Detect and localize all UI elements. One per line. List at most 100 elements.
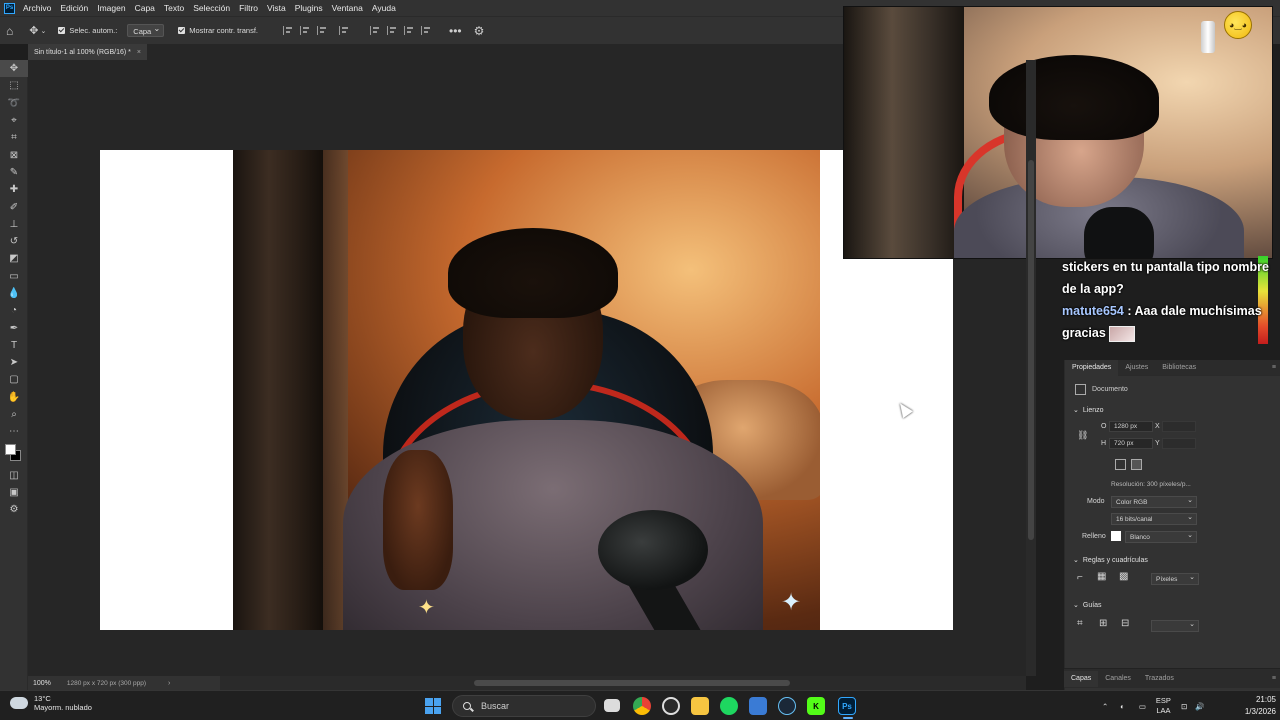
steam-icon[interactable] xyxy=(778,697,796,715)
foreground-color-swatch[interactable] xyxy=(5,443,16,455)
align-bottom-icon[interactable] xyxy=(404,26,415,35)
pixel-grid-icon[interactable]: ▩ xyxy=(1119,571,1128,582)
chrome-icon[interactable] xyxy=(633,697,651,715)
menu-ventana[interactable]: Ventana xyxy=(332,3,363,13)
align-top-icon[interactable] xyxy=(370,26,381,35)
type-tool-icon[interactable]: T xyxy=(0,337,28,354)
path-selection-tool-icon[interactable]: ➤ xyxy=(0,354,28,371)
fill-select[interactable]: Blanco xyxy=(1125,530,1197,543)
move-tool-icon[interactable]: ✥ xyxy=(0,60,28,78)
x-field[interactable] xyxy=(1162,421,1196,432)
guide-style-select[interactable] xyxy=(1151,619,1199,632)
guide-layout-icon[interactable]: ⊟ xyxy=(1121,618,1129,629)
photoshop-taskbar-icon[interactable]: Ps xyxy=(838,697,856,715)
language-indicator[interactable]: ESP LAA xyxy=(1156,696,1171,716)
guides-icon[interactable]: ⌗ xyxy=(1077,618,1083,629)
portrait-orientation-icon[interactable] xyxy=(1115,459,1126,470)
brush-tool-icon[interactable]: ✐ xyxy=(0,198,28,215)
home-icon[interactable]: ⌂ xyxy=(6,24,13,38)
dodge-tool-icon[interactable]: ◔ xyxy=(0,302,28,319)
chevron-down-icon[interactable]: ⌄ xyxy=(1073,406,1079,414)
chevron-down-icon[interactable]: ⌄ xyxy=(40,27,46,35)
more-tools-icon[interactable]: ⋯ xyxy=(0,423,28,440)
obs-icon[interactable] xyxy=(662,697,680,715)
rulers-section-header[interactable]: ⌄ Reglas y cuadrículas xyxy=(1073,556,1148,565)
crop-tool-icon[interactable]: ⌗ xyxy=(0,129,28,146)
document-tab[interactable]: Sin título-1 al 100% (RGB/16) * × xyxy=(28,44,147,60)
panel-menu-icon[interactable]: ≡ xyxy=(1272,364,1276,371)
menu-texto[interactable]: Texto xyxy=(164,3,184,13)
quick-mask-icon[interactable]: ◫ xyxy=(0,467,28,484)
more-options-icon[interactable]: ••• xyxy=(449,24,462,38)
tab-ajustes[interactable]: Ajustes xyxy=(1118,360,1155,376)
bit-depth-select[interactable]: 16 bits/canal xyxy=(1111,512,1197,525)
windows-start-icon[interactable] xyxy=(425,698,441,714)
menu-plugins[interactable]: Plugins xyxy=(295,3,323,13)
distribute-vertical-icon[interactable] xyxy=(421,26,432,35)
canvas-section-header[interactable]: ⌄ Lienzo xyxy=(1073,406,1104,415)
menu-edicion[interactable]: Edición xyxy=(60,3,88,13)
eraser-tool-icon[interactable]: ◩ xyxy=(0,250,28,267)
tab-trazados[interactable]: Trazados xyxy=(1138,671,1181,687)
edit-toolbar-icon[interactable]: ⚙ xyxy=(0,501,28,518)
gradient-tool-icon[interactable]: ▭ xyxy=(0,268,28,285)
kick-icon[interactable]: K xyxy=(807,697,825,715)
volume-icon[interactable]: 🔊 xyxy=(1195,702,1204,711)
checkbox-checked-icon[interactable] xyxy=(178,27,186,34)
units-select[interactable]: Píxeles xyxy=(1151,572,1199,585)
placed-photo-layer[interactable]: ✦ ✦ xyxy=(233,150,820,630)
lasso-tool-icon[interactable]: ➰ xyxy=(0,95,28,112)
tab-propiedades[interactable]: Propiedades xyxy=(1065,359,1119,376)
mode-select[interactable]: Color RGB xyxy=(1111,495,1197,508)
align-center-icon[interactable] xyxy=(300,26,311,35)
hand-tool-icon[interactable]: ✋ xyxy=(0,389,28,406)
gear-icon[interactable]: ⚙ xyxy=(474,24,485,38)
move-tool-icon[interactable]: ✥ xyxy=(29,24,38,37)
tab-capas[interactable]: Capas xyxy=(1064,670,1099,687)
align-right-icon[interactable] xyxy=(317,26,328,35)
auto-select-checkbox[interactable]: Selec. autom.: xyxy=(58,26,117,35)
tab-bibliotecas[interactable]: Bibliotecas xyxy=(1155,360,1203,376)
weather-widget[interactable]: 13°C Mayorm. nublado xyxy=(10,693,92,712)
tab-canales[interactable]: Canales xyxy=(1098,671,1138,687)
scroll-thumb[interactable] xyxy=(1028,160,1034,540)
spotify-icon[interactable] xyxy=(720,697,738,715)
menu-seleccion[interactable]: Selección xyxy=(193,3,230,13)
system-clock[interactable]: 21:05 1/3/2026 xyxy=(1228,694,1276,718)
object-selection-tool-icon[interactable]: ⌖ xyxy=(0,112,28,129)
guides-section-header[interactable]: ⌄ Guías xyxy=(1073,601,1102,610)
network-icon[interactable]: ▭ xyxy=(1139,702,1146,711)
marquee-tool-icon[interactable]: ⬚ xyxy=(0,77,28,94)
chevron-up-icon[interactable]: ⌃ xyxy=(1102,702,1108,711)
menu-imagen[interactable]: Imagen xyxy=(97,3,125,13)
panel-menu-icon[interactable]: ≡ xyxy=(1272,675,1276,682)
grid-icon[interactable]: ▦ xyxy=(1097,571,1106,582)
height-field[interactable]: 720 px xyxy=(1109,438,1153,449)
y-field[interactable] xyxy=(1162,438,1196,449)
healing-brush-tool-icon[interactable]: ✚ xyxy=(0,181,28,198)
menu-capa[interactable]: Capa xyxy=(135,3,155,13)
chevron-right-icon[interactable]: › xyxy=(168,680,170,687)
rectangle-tool-icon[interactable]: ▢ xyxy=(0,371,28,388)
zoom-tool-icon[interactable]: ⌕ xyxy=(0,406,28,423)
fill-color-swatch[interactable] xyxy=(1111,531,1121,541)
file-explorer-icon[interactable] xyxy=(691,697,709,715)
eyedropper-tool-icon[interactable]: ✎ xyxy=(0,164,28,181)
monitor-icon[interactable]: ⊡ xyxy=(1181,702,1187,711)
scroll-thumb[interactable] xyxy=(474,680,790,686)
color-swatches[interactable] xyxy=(0,441,28,467)
new-guide-icon[interactable]: ⊞ xyxy=(1099,618,1107,629)
vertical-scrollbar[interactable] xyxy=(1026,60,1036,676)
chevron-down-icon[interactable]: ⌄ xyxy=(1073,556,1079,564)
menu-vista[interactable]: Vista xyxy=(267,3,286,13)
history-brush-tool-icon[interactable]: ↺ xyxy=(0,233,28,250)
menu-filtro[interactable]: Filtro xyxy=(239,3,258,13)
frame-tool-icon[interactable]: ⊠ xyxy=(0,146,28,163)
screen-mode-icon[interactable]: ▣ xyxy=(0,484,28,501)
align-middle-icon[interactable] xyxy=(387,26,398,35)
width-field[interactable]: 1280 px xyxy=(1109,421,1153,432)
chevron-down-icon[interactable]: ⌄ xyxy=(1073,601,1079,609)
taskbar-search[interactable]: Buscar xyxy=(452,695,596,717)
task-view-icon[interactable] xyxy=(604,699,620,712)
zoom-level[interactable]: 100% xyxy=(33,680,51,687)
